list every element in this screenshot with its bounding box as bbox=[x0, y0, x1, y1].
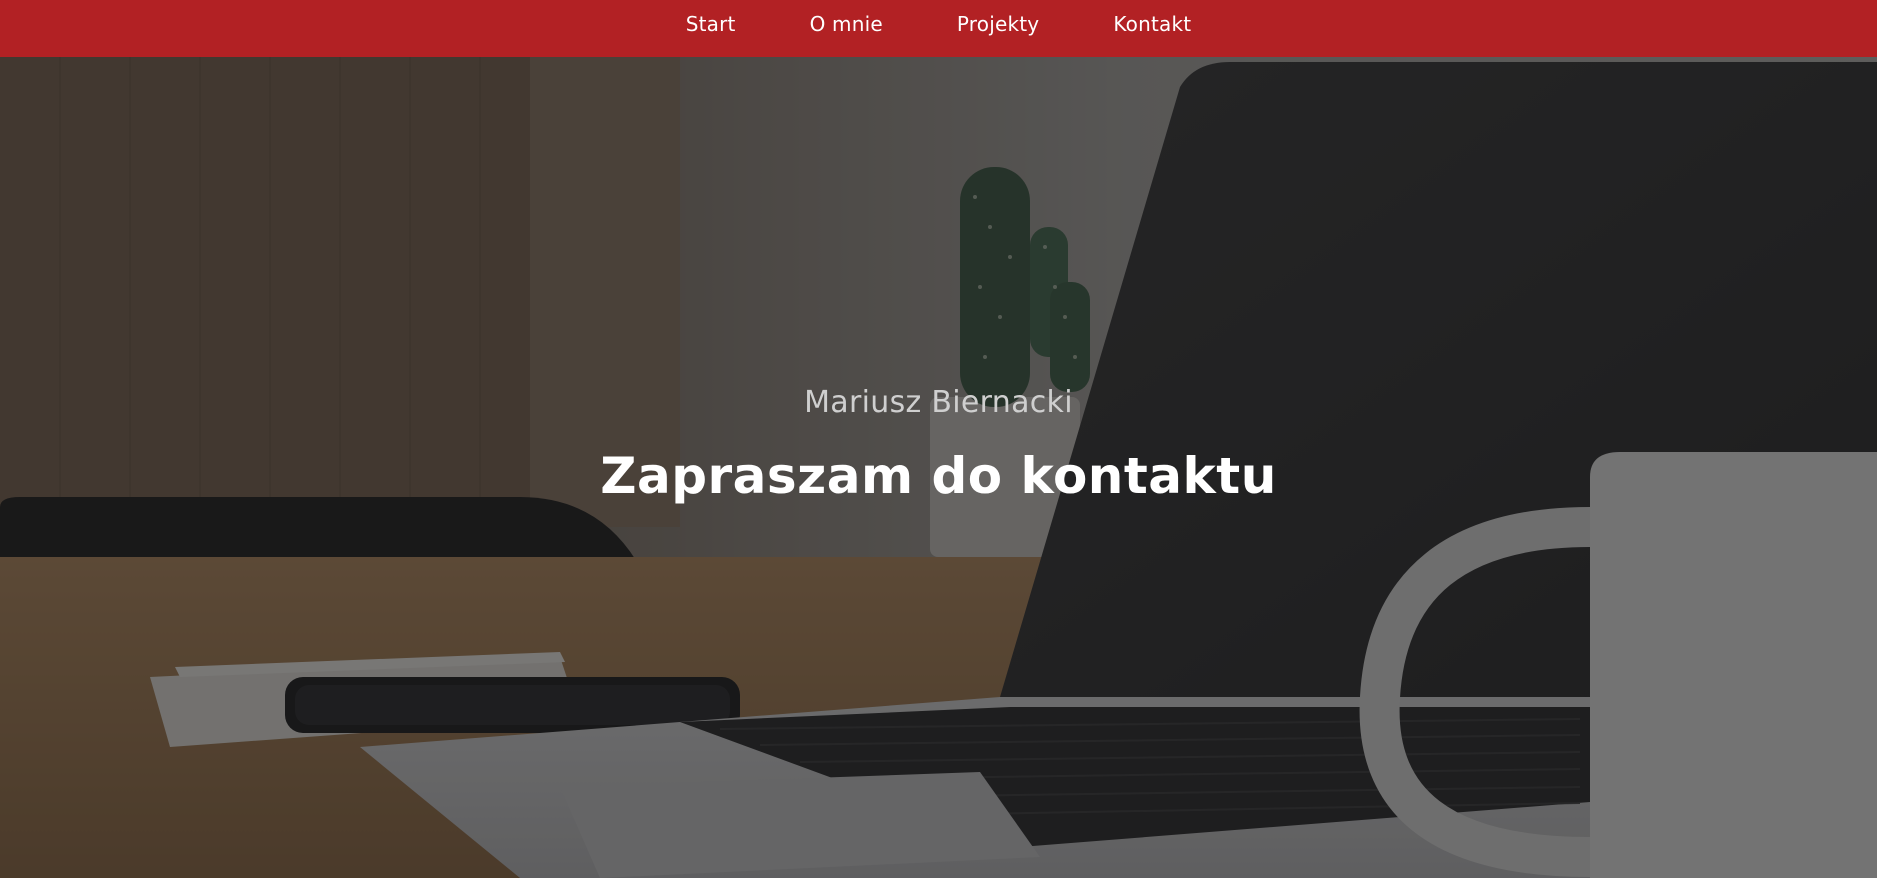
hero-title: Zapraszam do kontaktu bbox=[600, 447, 1277, 505]
top-navbar: Start O mnie Projekty Kontakt bbox=[0, 0, 1877, 57]
nav-link-projekty[interactable]: Projekty bbox=[957, 12, 1039, 36]
main-nav: Start O mnie Projekty Kontakt bbox=[0, 0, 1877, 48]
nav-link-start[interactable]: Start bbox=[686, 12, 736, 36]
nav-link-kontakt[interactable]: Kontakt bbox=[1113, 12, 1191, 36]
nav-link-o-mnie[interactable]: O mnie bbox=[810, 12, 883, 36]
page: Start O mnie Projekty Kontakt Mariusz Bi… bbox=[0, 0, 1877, 878]
hero-author-name: Mariusz Biernacki bbox=[804, 385, 1073, 420]
